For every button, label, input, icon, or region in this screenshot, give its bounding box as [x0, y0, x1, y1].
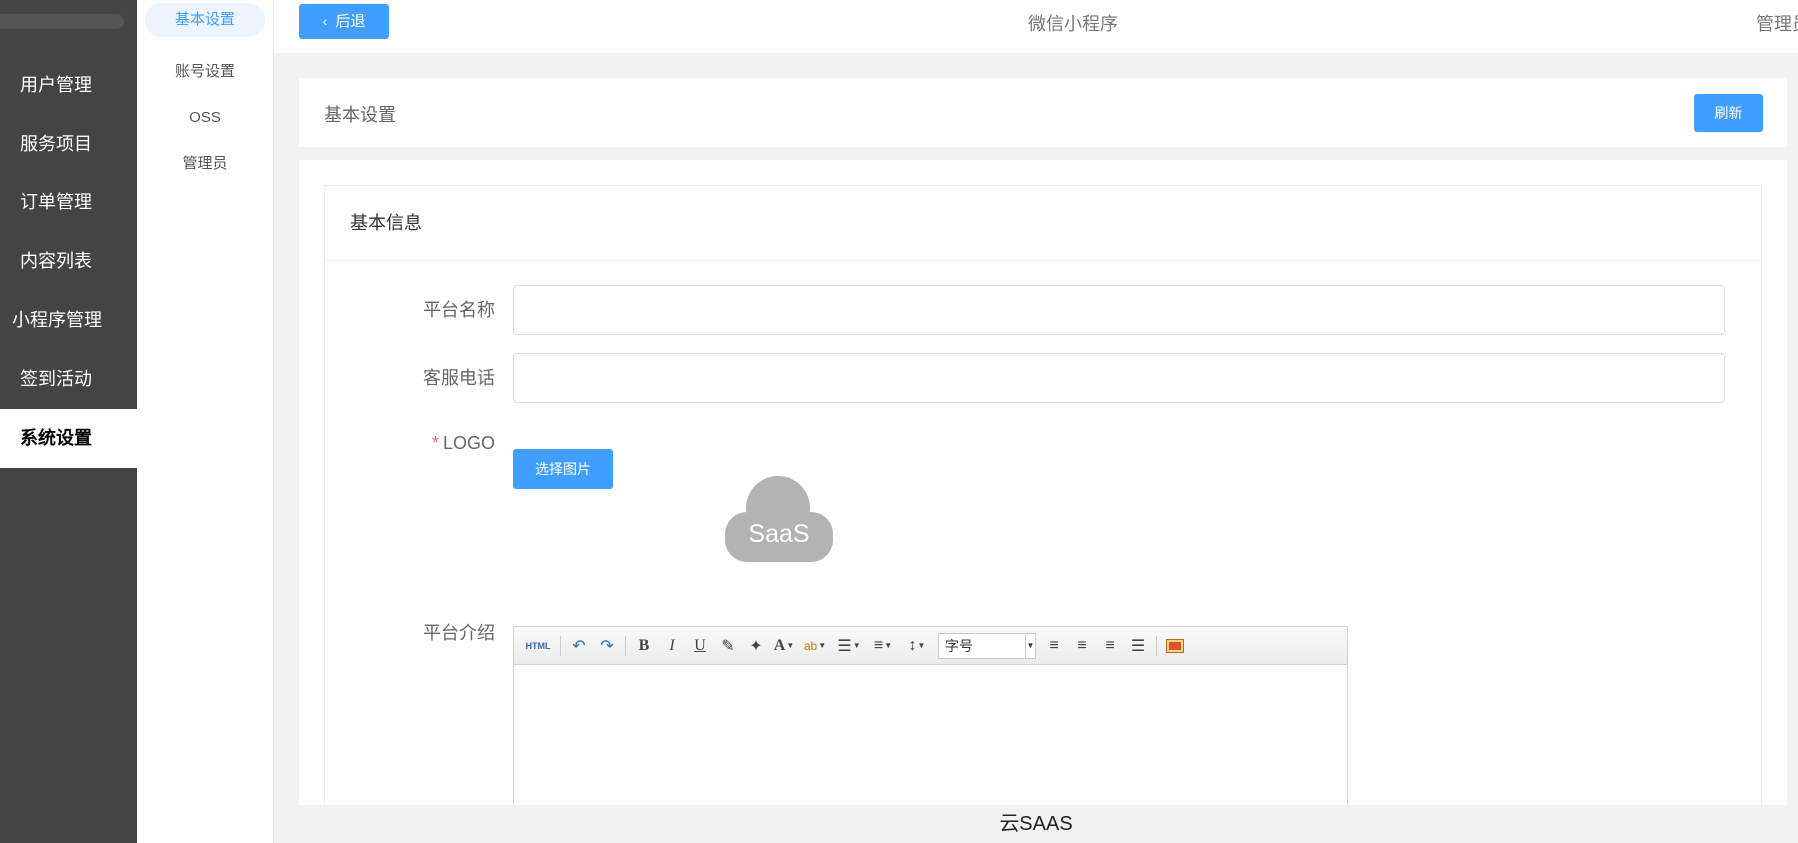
sidebar-item-checkin[interactable]: 签到活动	[0, 350, 137, 409]
align-left-icon[interactable]: ≡	[1040, 632, 1068, 660]
sidebar-item-orders[interactable]: 订单管理	[0, 173, 137, 232]
choose-image-button[interactable]: 选择图片	[513, 449, 613, 489]
rich-text-editor: HTML ↶ ↷ B I U ✎ ✦ A ▼ ab ▼ ☰ ▼ ≡ ▼ ↕ ▼ 字号 ▼ ≡…	[513, 626, 1348, 826]
top-bar: ‹ 后退 微信小程序 管理员	[274, 0, 1798, 53]
logo-text: SaaS	[748, 520, 809, 548]
page-title: 微信小程序	[1028, 14, 1118, 34]
logo-label-row: * LOGO	[325, 433, 495, 454]
sidebar-item-users[interactable]: 用户管理	[0, 56, 137, 115]
sidebar-item-miniprogram[interactable]: 小程序管理	[0, 291, 137, 350]
format-brush-icon[interactable]: ✦	[742, 632, 770, 660]
intro-label: 平台介绍	[423, 623, 495, 643]
toolbar-divider	[560, 635, 561, 656]
refresh-button[interactable]: 刷新	[1694, 94, 1763, 132]
sidebar-item-content[interactable]: 内容列表	[0, 232, 137, 291]
required-mark: *	[431, 433, 439, 453]
eraser-icon[interactable]: ✎	[714, 632, 742, 660]
editor-content-area[interactable]	[514, 665, 1347, 825]
logo-label: LOGO	[442, 433, 495, 453]
chevron-down-icon: ▼	[1025, 633, 1035, 658]
basic-info-panel: 基本信息 平台名称 客服电话 * LOGO 选择图片 SaaS 平台介绍 HTML…	[324, 185, 1762, 826]
unordered-list-icon[interactable]: ≡ ▼	[866, 632, 900, 660]
ordered-list-icon[interactable]: ☰ ▼	[832, 632, 866, 660]
subnav-item-account[interactable]: 账号设置	[145, 55, 265, 89]
settings-subnav: 基本设置 账号设置 OSS 管理员	[137, 0, 274, 843]
align-center-icon[interactable]: ≡	[1068, 632, 1096, 660]
section-title: 基本设置	[324, 105, 396, 125]
chevron-left-icon: ‹	[322, 13, 328, 29]
logo-preview-image: SaaS	[725, 476, 833, 562]
sidebar-item-system-settings[interactable]: 系统设置	[0, 409, 137, 468]
back-button-label: 后退	[335, 13, 366, 30]
font-size-select[interactable]: 字号 ▼	[938, 632, 1036, 659]
sidebar-item-services[interactable]: 服务项目	[0, 115, 137, 174]
italic-icon[interactable]: I	[658, 632, 686, 660]
html-source-button[interactable]: HTML	[520, 632, 556, 660]
redo-icon[interactable]: ↷	[593, 632, 621, 660]
insert-image-icon[interactable]	[1161, 632, 1189, 660]
font-color-icon[interactable]: A ▼	[770, 632, 798, 660]
toolbar-divider	[625, 635, 626, 656]
undo-icon[interactable]: ↶	[565, 632, 593, 660]
settings-form-card: 基本信息 平台名称 客服电话 * LOGO 选择图片 SaaS 平台介绍 HTML…	[299, 160, 1787, 826]
back-button[interactable]: ‹ 后退	[299, 4, 389, 39]
subnav-item-oss[interactable]: OSS	[145, 101, 265, 135]
bold-icon[interactable]: B	[630, 632, 658, 660]
platform-name-label: 平台名称	[423, 300, 495, 320]
footer-text: 云SAAS	[274, 805, 1798, 843]
align-justify-icon[interactable]: ☰	[1124, 632, 1152, 660]
line-height-icon[interactable]: ↕ ▼	[900, 632, 934, 660]
subnav-item-admin[interactable]: 管理员	[145, 147, 265, 181]
basic-info-header: 基本信息	[325, 186, 1761, 261]
subnav-item-basic[interactable]: 基本设置	[145, 3, 265, 37]
service-phone-label: 客服电话	[423, 368, 495, 388]
sidebar-logo-bar	[0, 14, 124, 29]
service-phone-input[interactable]	[513, 353, 1725, 403]
main-sidebar: 用户管理 服务项目 订单管理 内容列表 小程序管理 签到活动 系统设置	[0, 0, 137, 843]
toolbar-divider	[1156, 635, 1157, 656]
editor-toolbar: HTML ↶ ↷ B I U ✎ ✦ A ▼ ab ▼ ☰ ▼ ≡ ▼ ↕ ▼ 字号 ▼ ≡…	[514, 627, 1347, 665]
settings-header-card: 基本设置 刷新	[299, 78, 1787, 147]
underline-icon[interactable]: U	[686, 632, 714, 660]
highlight-color-icon[interactable]: ab ▼	[798, 632, 832, 660]
platform-name-input[interactable]	[513, 285, 1725, 335]
font-size-select-value: 字号	[945, 637, 973, 654]
align-right-icon[interactable]: ≡	[1096, 632, 1124, 660]
user-menu[interactable]: 管理员	[1756, 10, 1798, 36]
